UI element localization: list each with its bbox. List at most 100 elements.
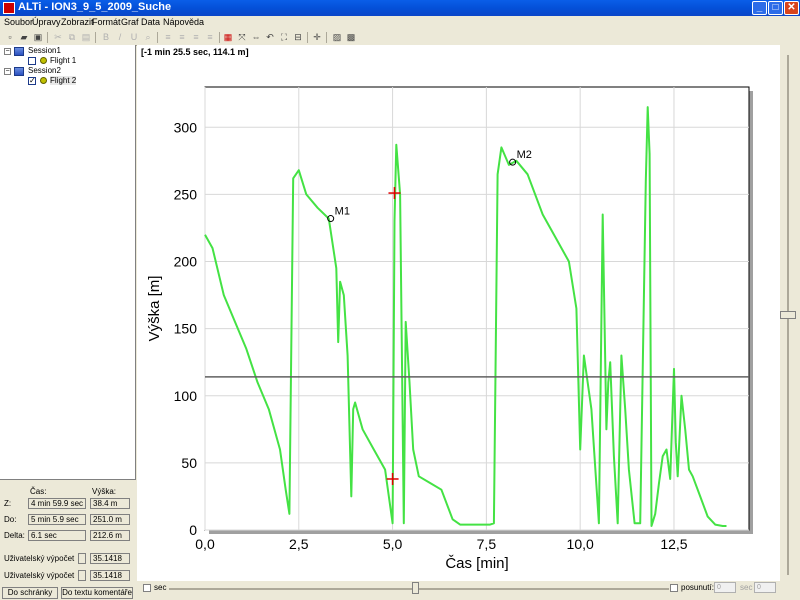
from-height-field: 38.4 m	[90, 498, 130, 509]
horizontal-slider-thumb[interactable]	[412, 582, 419, 594]
menu-graf[interactable]: Graf	[121, 17, 139, 27]
crosshair-icon[interactable]: ✛	[311, 31, 323, 43]
undo-zoom-icon[interactable]: ↶	[264, 31, 276, 43]
tree-session-2[interactable]: Session2	[28, 66, 61, 75]
vertical-zoom-slider[interactable]	[780, 45, 800, 581]
marker-add-icon[interactable]: ⤧	[236, 31, 248, 43]
posunuti-checkbox[interactable]	[670, 584, 678, 592]
menu-data[interactable]: Data	[141, 17, 160, 27]
x-tick-label: 7,5	[477, 536, 497, 552]
toolbar-separator	[219, 32, 220, 43]
delta-height-field: 212.6 m	[90, 530, 130, 541]
chart-select-icon[interactable]: ▦	[222, 31, 234, 43]
zoom-fit-icon[interactable]: ⛶	[278, 31, 290, 43]
session-icon	[14, 67, 24, 76]
y-tick-label: 150	[174, 321, 198, 337]
user-calc-2-value: 35.1418	[90, 570, 130, 581]
y-tick-label: 300	[174, 119, 198, 135]
toolbar-separator	[47, 32, 48, 43]
toolbar: ▫ ▰ ▣ ✂ ⧉ ▤ B / U ⌕ ≡ ≡ ≡ ≡ ▦ ⤧ ⇔ ↶ ⛶ ⊟ …	[0, 30, 800, 46]
y-tick-label: 250	[174, 186, 198, 202]
minimize-button[interactable]: _	[752, 1, 767, 15]
menu-bar: Soubor Úpravy Zobrazit Formát Graf Data …	[0, 16, 800, 30]
x-tick-label: 0,0	[195, 536, 215, 552]
user-calc-1-button[interactable]	[78, 553, 86, 564]
chart-settings-icon[interactable]: ▨	[331, 31, 343, 43]
posunuti-unit: sec	[740, 583, 753, 592]
measurement-panel: Čas: Výška: Z: 4 min 59.9 sec 38.4 m Do:…	[0, 480, 136, 600]
x-tick-label: 5,0	[383, 536, 403, 552]
tree-session-1[interactable]: Session1	[28, 46, 61, 55]
horizontal-slider-track[interactable]	[169, 588, 669, 590]
sec-label: sec	[154, 583, 167, 592]
slider-thumb[interactable]	[780, 311, 796, 319]
toolbar-separator	[95, 32, 96, 43]
altitude-chart[interactable]: 0,0 2,5 5,0 7,5 10,0 12,5 0 50 100 150 200 250 300 Ča…	[137, 45, 780, 581]
to-time-field: 5 min 5.9 sec	[28, 514, 86, 525]
posunuti-field-1[interactable]: 0	[714, 582, 736, 593]
app-icon	[3, 2, 15, 14]
flight-1-checkbox[interactable]	[28, 57, 36, 65]
collapse-toggle[interactable]: −	[4, 68, 11, 75]
zoom-icon[interactable]: ⌕	[142, 31, 154, 43]
y-tick-label: 100	[174, 388, 198, 404]
delta-time-field: 6.1 sec	[28, 530, 86, 541]
y-tick-label: 200	[174, 254, 198, 270]
user-calc-1-value: 35.1418	[90, 553, 130, 564]
delta-label: Delta:	[4, 531, 25, 540]
italic-icon[interactable]: /	[114, 31, 126, 43]
align-right-icon[interactable]: ≡	[190, 31, 202, 43]
flight-2-checkbox[interactable]: ✓	[28, 77, 36, 85]
bold-icon[interactable]: B	[100, 31, 112, 43]
open-folder-icon[interactable]: ▰	[18, 31, 30, 43]
menu-zobrazit[interactable]: Zobrazit	[61, 17, 94, 27]
cut-icon[interactable]: ✂	[52, 31, 64, 43]
to-height-field: 251.0 m	[90, 514, 130, 525]
window-title: ALTi - ION3_9_5_2009_Suche	[18, 1, 172, 13]
user-calc-2-label: Uživatelský výpočet	[4, 571, 75, 580]
justify-icon[interactable]: ≡	[204, 31, 216, 43]
x-tick-label: 2,5	[289, 536, 309, 552]
time-column-header: Čas:	[30, 487, 47, 496]
posunuti-field-2[interactable]: 0	[754, 582, 776, 593]
session-tree: − Session1 Flight 1 − Session2 ✓ Flight …	[0, 45, 136, 480]
y-tick-label: 50	[181, 455, 197, 471]
marker-move-icon[interactable]: ⇔	[250, 31, 262, 43]
toolbar-separator	[157, 32, 158, 43]
x-tick-label: 12,5	[660, 536, 687, 552]
menu-napoveda[interactable]: Nápověda	[163, 17, 204, 27]
underline-icon[interactable]: U	[128, 31, 140, 43]
close-button[interactable]: ✕	[784, 1, 799, 15]
from-label: Z:	[4, 499, 12, 508]
menu-upravy[interactable]: Úpravy	[32, 17, 61, 27]
user-calc-1-label: Uživatelský výpočet	[4, 554, 75, 563]
tree-flight-2[interactable]: Flight 2	[50, 76, 77, 85]
new-file-icon[interactable]: ▫	[4, 31, 16, 43]
chart-area[interactable]: [-1 min 25.5 sec, 114.1 m] 0,0 2,5 5,0 7,5 1…	[137, 45, 780, 581]
title-bar: ALTi - ION3_9_5_2009_Suche _ □ ✕	[0, 0, 800, 16]
flight-icon	[40, 57, 47, 64]
menu-soubor[interactable]: Soubor	[4, 17, 33, 27]
marker-label: M2	[517, 149, 532, 161]
align-center-icon[interactable]: ≡	[176, 31, 188, 43]
copy-to-clipboard-button[interactable]: Do schránky	[2, 587, 58, 599]
user-calc-2-button[interactable]	[78, 570, 86, 581]
flight-icon	[40, 77, 47, 84]
x-tick-label: 10,0	[567, 536, 594, 552]
collapse-toggle[interactable]: −	[4, 48, 11, 55]
zoom-out-icon[interactable]: ⊟	[292, 31, 304, 43]
tree-flight-1[interactable]: Flight 1	[50, 56, 76, 65]
window-settings-icon[interactable]: ▩	[345, 31, 357, 43]
copy-to-comment-button[interactable]: Do textu komentáře	[61, 587, 133, 599]
height-column-header: Výška:	[92, 487, 117, 496]
menu-format[interactable]: Formát	[92, 17, 121, 27]
marker-label: M1	[335, 206, 350, 218]
align-left-icon[interactable]: ≡	[162, 31, 174, 43]
paste-icon[interactable]: ▤	[80, 31, 92, 43]
save-icon[interactable]: ▣	[32, 31, 44, 43]
maximize-button[interactable]: □	[768, 1, 783, 15]
session-icon	[14, 47, 24, 56]
sec-checkbox[interactable]	[143, 584, 151, 592]
copy-icon[interactable]: ⧉	[66, 31, 78, 43]
y-tick-label: 0	[189, 522, 197, 538]
